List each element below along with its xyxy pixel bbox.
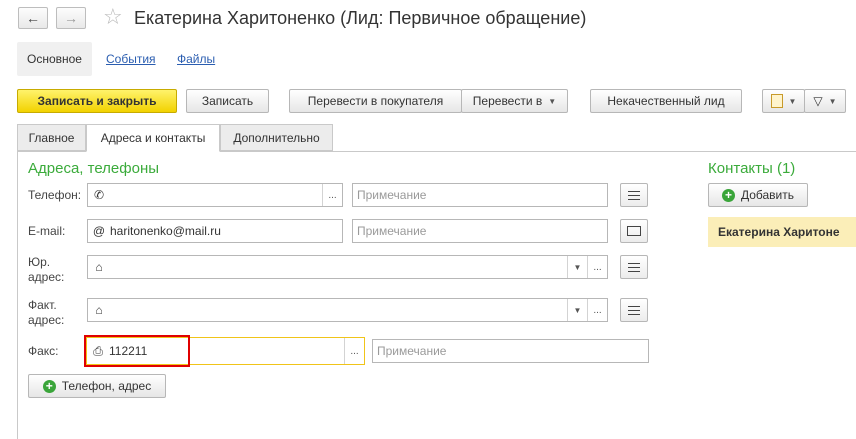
plus-icon: + (42, 379, 56, 393)
legal-address-field[interactable]: ⌂ ▼ ... (87, 255, 608, 279)
contacts-group-title: Контакты (1) (708, 160, 796, 177)
send-email-button[interactable] (620, 219, 648, 243)
chevron-down-icon[interactable]: ▼ (567, 299, 587, 321)
phone-menu-button[interactable] (620, 183, 648, 207)
chevron-down-icon[interactable]: ▼ (567, 256, 587, 278)
save-and-close-button[interactable]: Записать и закрыть (17, 89, 177, 113)
print-menu-button[interactable]: ▼ (762, 89, 805, 113)
arrow-right-icon: → (64, 10, 78, 26)
fax-label: Факс: (28, 344, 59, 358)
back-button[interactable]: ← (18, 7, 48, 29)
fax-note-field[interactable]: Примечание (372, 339, 649, 363)
actual-address-label: Факт. адрес: (28, 298, 65, 327)
add-contact-button[interactable]: + Добавить (708, 183, 808, 207)
lines-menu-icon (628, 262, 640, 272)
plus-icon: + (721, 188, 735, 202)
fax-select-button[interactable]: ... (344, 338, 364, 364)
email-field[interactable]: @ haritonenko@mail.ru (87, 219, 343, 243)
chevron-down-icon: ▼ (788, 96, 797, 106)
chevron-down-icon: ▼ (548, 96, 557, 106)
phone-label: Телефон: (28, 188, 82, 202)
forward-button[interactable]: → (56, 7, 86, 29)
legal-address-select-button[interactable]: ... (587, 256, 607, 278)
actual-address-menu-button[interactable] (620, 298, 648, 322)
filter-menu-button[interactable]: ▽ ▼ (804, 89, 846, 113)
legal-address-menu-button[interactable] (620, 255, 648, 279)
house-icon: ⌂ (95, 303, 103, 317)
section-files[interactable]: Файлы (167, 42, 225, 76)
chevron-down-icon: ▼ (828, 96, 837, 106)
tab-addresses-contacts[interactable]: Адреса и контакты (86, 124, 220, 152)
add-phone-address-button[interactable]: + Телефон, адрес (28, 374, 166, 398)
panel-left-border (17, 151, 18, 439)
lines-menu-icon (628, 190, 640, 200)
bad-lead-button[interactable]: Некачественный лид (590, 89, 742, 113)
section-main[interactable]: Основное (17, 42, 92, 76)
window-title: Екатерина Харитоненко (Лид: Первичное об… (134, 8, 587, 28)
tab-additional[interactable]: Дополнительно (220, 124, 333, 151)
funnel-icon: ▽ (813, 94, 823, 108)
legal-address-label: Юр. адрес: (28, 255, 65, 284)
section-events[interactable]: События (96, 42, 166, 76)
at-icon: @ (92, 224, 106, 238)
phone-select-button[interactable]: ... (322, 184, 342, 206)
phone-icon: ✆ (93, 188, 105, 202)
to-customer-button[interactable]: Перевести в покупателя (289, 89, 462, 113)
star-icon[interactable]: ☆ (103, 5, 123, 29)
envelope-icon (627, 226, 641, 236)
email-label: E-mail: (28, 224, 66, 238)
save-button[interactable]: Записать (186, 89, 269, 113)
arrow-left-icon: ← (26, 10, 40, 26)
addresses-group-title: Адреса, телефоны (28, 160, 160, 177)
phone-note-field[interactable]: Примечание (352, 183, 608, 207)
email-note-field[interactable]: Примечание (352, 219, 608, 243)
house-icon: ⌂ (95, 260, 103, 274)
highlight-box (84, 335, 190, 367)
actual-address-select-button[interactable]: ... (587, 299, 607, 321)
document-gear-icon (770, 94, 783, 108)
move-to-button[interactable]: Перевести в ▼ (461, 89, 568, 113)
phone-field[interactable]: ✆ ... (87, 183, 343, 207)
actual-address-field[interactable]: ⌂ ▼ ... (87, 298, 608, 322)
tab-main[interactable]: Главное (17, 124, 86, 151)
lines-menu-icon (628, 305, 640, 315)
contact-item[interactable]: Екатерина Харитоне (708, 217, 856, 247)
